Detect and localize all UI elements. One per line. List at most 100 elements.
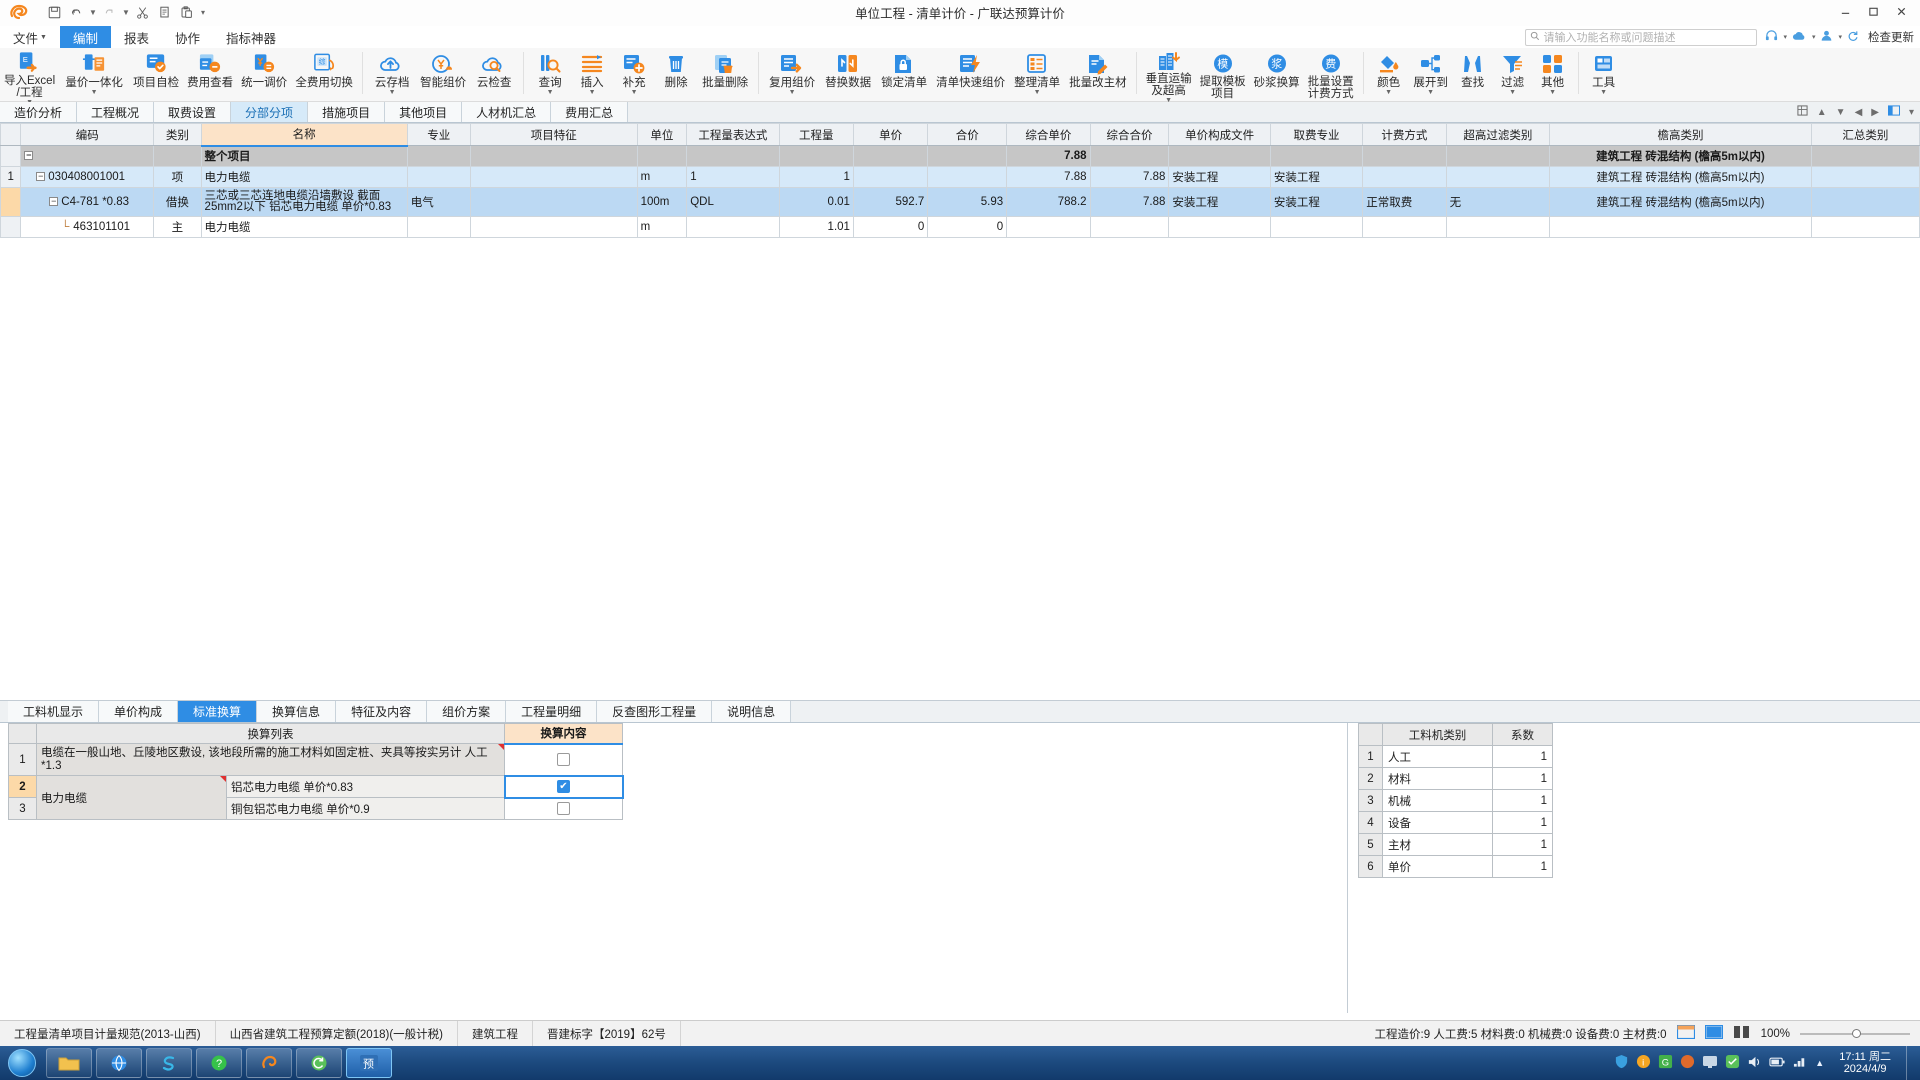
col-eaves-category[interactable]: 檐高类别 xyxy=(1549,123,1812,146)
redo-dropdown-icon[interactable]: ▼ xyxy=(121,3,131,23)
redo-icon[interactable] xyxy=(99,3,120,23)
btab-price-composition[interactable]: 单价构成 xyxy=(99,701,179,722)
conv-row-text[interactable]: 铜包铝芯电力电缆 单价*0.9 xyxy=(226,797,505,820)
conv-row-text[interactable]: 电缆在一般山地、丘陵地区敷设, 该地段所需的施工材料如固定桩、夹具等按实另计 人… xyxy=(36,743,505,776)
cell-comp-total-price[interactable]: 7.88 xyxy=(1089,166,1170,188)
chevron-down-icon[interactable]: ▼ xyxy=(1509,89,1516,96)
ribbon-mortar-convert[interactable]: 浆 砂浆换算 xyxy=(1250,50,1304,100)
cell-quantity[interactable] xyxy=(778,145,854,167)
cell-eaves-category[interactable]: 建筑工程 砖混结构 (檐高5m以内) xyxy=(1549,187,1812,217)
cell-unit-price[interactable] xyxy=(852,145,929,167)
cell-quantity[interactable]: 1 xyxy=(778,166,854,188)
tray-caret-icon[interactable]: ▲ xyxy=(1815,1058,1824,1068)
cell-category[interactable]: 项 xyxy=(153,166,202,188)
chevron-down-icon[interactable]: ▼ xyxy=(589,89,596,96)
table-row[interactable]: 1 −030408001001 项 电力电缆 m 1 1 7.88 7.88 安… xyxy=(0,166,1920,188)
ribbon-tools[interactable]: 工具 ▼ xyxy=(1584,50,1624,100)
ribbon-self-check[interactable]: 项目自检 xyxy=(129,50,183,100)
taskbar-app-orange-button[interactable] xyxy=(246,1048,292,1078)
cell-qty-expr[interactable]: QDL xyxy=(686,187,780,217)
paste-icon[interactable] xyxy=(176,3,197,23)
col-comp-total-price[interactable]: 综合合价 xyxy=(1089,123,1170,146)
tray-network-icon[interactable] xyxy=(1793,1055,1808,1071)
conversion-row[interactable]: 2 电力电缆 铝芯电力电缆 单价*0.83 ✔ xyxy=(8,774,624,820)
cell-unit-price[interactable] xyxy=(852,166,929,188)
cell-category[interactable]: 主 xyxy=(153,216,202,238)
ribbon-batch-settings[interactable]: 费 批量设置 计费方式 xyxy=(1304,50,1358,100)
table-row[interactable]: − 整个项目 7.88 建筑工程 砖混结构 (檐高5m以内) xyxy=(0,145,1920,167)
ribbon-insert[interactable]: 插入 ▼ xyxy=(571,50,613,100)
col-category[interactable]: 类别 xyxy=(153,123,202,146)
tray-volume-icon[interactable] xyxy=(1747,1055,1762,1072)
expand-collapse-icon[interactable]: − xyxy=(49,197,59,207)
cell-name[interactable]: 整个项目 xyxy=(200,145,408,167)
taskbar-app-green-button[interactable] xyxy=(296,1048,342,1078)
cell-summary-category[interactable] xyxy=(1810,187,1920,217)
chevron-down-icon[interactable]: ▼ xyxy=(1600,89,1607,96)
cell-summary-category[interactable] xyxy=(1810,145,1920,167)
customize-qat-icon[interactable]: ▾ xyxy=(198,3,208,23)
coef-name[interactable]: 设备 xyxy=(1382,811,1493,834)
ribbon-delete[interactable]: 删除 xyxy=(655,50,697,100)
coef-value[interactable]: 1 xyxy=(1492,789,1553,812)
refresh-update-icon[interactable] xyxy=(1847,30,1859,45)
cell-fee-method[interactable]: 正常取费 xyxy=(1362,187,1447,217)
coef-col-name[interactable]: 工料机类别 xyxy=(1382,723,1493,746)
pin-icon[interactable] xyxy=(1887,105,1900,119)
coef-name[interactable]: 单价 xyxy=(1382,855,1493,878)
ribbon-cloud-check[interactable]: 云检查 xyxy=(470,50,518,100)
cloud-icon[interactable] xyxy=(1792,30,1807,45)
menu-item-edit[interactable]: 编制 xyxy=(59,26,111,48)
btab-reverse-graphic-quantity[interactable]: 反查图形工程量 xyxy=(597,701,713,722)
save-icon[interactable] xyxy=(44,3,65,23)
menu-item-indicator[interactable]: 指标神器 xyxy=(213,26,289,48)
zoom-knob[interactable] xyxy=(1852,1029,1861,1038)
expand-collapse-icon[interactable]: − xyxy=(24,151,34,161)
cell-comp-total-price[interactable]: 7.88 xyxy=(1089,187,1170,217)
cell-fee-method[interactable] xyxy=(1362,145,1447,167)
cell-feature[interactable] xyxy=(469,145,638,167)
ribbon-vertical-transport[interactable]: 垂直运输 及超高 ▼ xyxy=(1142,50,1196,104)
conv-row-checkbox-cell[interactable] xyxy=(504,797,623,820)
ribbon-quick-pricing[interactable]: 清单快速组价 xyxy=(932,50,1009,100)
checkbox-checked-icon[interactable]: ✔ xyxy=(557,780,570,793)
cell-fee-specialty[interactable] xyxy=(1269,216,1364,238)
cell-unit[interactable] xyxy=(636,145,688,167)
tray-shield-icon[interactable] xyxy=(1614,1054,1629,1072)
search-input[interactable]: 请输入功能名称或问题描述 xyxy=(1525,28,1758,46)
cell-unit[interactable]: 100m xyxy=(636,187,688,217)
chevron-down-icon[interactable]: ▼ xyxy=(1549,89,1556,96)
chevron-down-icon[interactable]: ▼ xyxy=(91,89,98,96)
ribbon-cloud-archive[interactable]: 云存档 ▼ xyxy=(368,50,416,100)
cell-total-price[interactable]: 0 xyxy=(927,216,1008,238)
col-feature[interactable]: 项目特征 xyxy=(469,123,638,146)
tab-other-items[interactable]: 其他项目 xyxy=(385,102,463,122)
coef-row[interactable]: 4 设备 1 xyxy=(1358,811,1553,834)
panel-caret-icon[interactable]: ▾ xyxy=(1909,107,1914,118)
col-specialty[interactable]: 专业 xyxy=(406,123,471,146)
col-summary-category[interactable]: 汇总类别 xyxy=(1810,123,1920,146)
layout-view-icon[interactable] xyxy=(1676,1024,1695,1042)
tab-measure-items[interactable]: 措施项目 xyxy=(308,102,386,122)
tab-resource-summary[interactable]: 人材机汇总 xyxy=(462,102,552,122)
cell-specialty[interactable] xyxy=(406,166,471,188)
coef-row[interactable]: 3 机械 1 xyxy=(1358,789,1553,812)
cell-unit[interactable]: m xyxy=(636,166,688,188)
col-qty-expr[interactable]: 工程量表达式 xyxy=(686,123,780,146)
ribbon-fee-view[interactable]: 费用查看 xyxy=(183,50,237,100)
btab-quantity-detail[interactable]: 工程量明细 xyxy=(506,701,598,722)
undo-dropdown-icon[interactable]: ▼ xyxy=(88,3,98,23)
col-fee-specialty[interactable]: 取费专业 xyxy=(1269,123,1364,146)
copy-icon[interactable] xyxy=(154,3,175,23)
conv-row-text[interactable]: 铝芯电力电缆 单价*0.83 xyxy=(226,775,505,798)
coef-name[interactable]: 机械 xyxy=(1382,789,1493,812)
show-desktop-button[interactable] xyxy=(1906,1046,1916,1080)
user-icon[interactable] xyxy=(1820,29,1833,45)
cell-summary-category[interactable] xyxy=(1810,216,1920,238)
tray-g-icon[interactable]: G xyxy=(1658,1054,1673,1072)
ribbon-lock-list[interactable]: 锁定清单 xyxy=(876,50,932,100)
ribbon-unified-price[interactable]: 统一调价 xyxy=(237,50,291,100)
cell-name[interactable]: 电力电缆 xyxy=(200,166,408,188)
btab-conversion-info[interactable]: 换算信息 xyxy=(257,701,337,722)
quick-access-toolbar[interactable]: ▼ ▼ ▾ xyxy=(44,3,208,23)
